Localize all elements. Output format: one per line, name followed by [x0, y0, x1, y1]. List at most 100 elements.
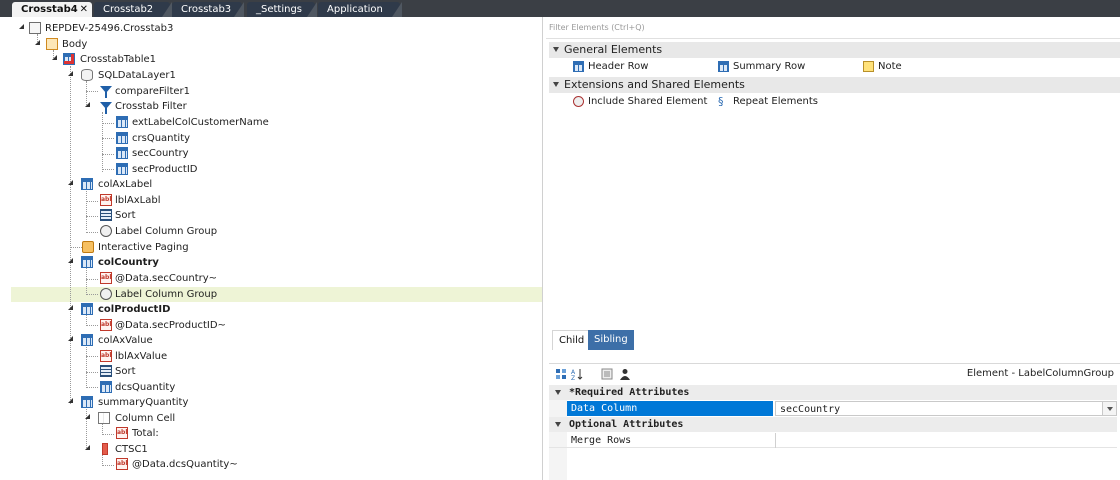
tab-application[interactable]: Application — [318, 2, 402, 17]
tree-node-colcountry[interactable]: colCountry — [98, 255, 159, 270]
repeat-icon: § — [718, 95, 724, 108]
svg-text:Z: Z — [571, 375, 575, 380]
tree-node-comparefilter1[interactable]: compareFilter1 — [115, 84, 190, 99]
properties-page-icon[interactable] — [601, 368, 613, 380]
tab-crosstab4[interactable]: Crosstab4 ✕ — [12, 2, 92, 17]
collapse-toggle-icon[interactable] — [67, 397, 75, 405]
collapse-toggle-icon[interactable] — [67, 304, 75, 312]
tab-child[interactable]: Child — [552, 330, 592, 350]
collapse-toggle-icon[interactable] — [84, 413, 92, 421]
tree-node-seccountry[interactable]: secCountry — [132, 146, 189, 161]
element-tree-panel: REPDEV-25496.Crosstab3 Body CrosstabTabl… — [0, 17, 543, 480]
column-cell-icon — [98, 412, 110, 424]
column-icon — [116, 163, 128, 175]
tree-node-interactive-paging[interactable]: Interactive Paging — [98, 240, 189, 255]
include-shared-element-item[interactable]: Include Shared Element — [573, 95, 707, 109]
data-column-value-field[interactable]: secCountry — [775, 401, 1117, 416]
crosstab-column-icon — [81, 256, 93, 268]
repeat-elements-item[interactable]: § Repeat Elements — [718, 95, 818, 109]
extensions-section[interactable]: Extensions and Shared Elements — [549, 77, 1120, 93]
tree-node-sort[interactable]: Sort — [115, 208, 136, 223]
category-label: *Required Attributes — [569, 387, 690, 398]
label-column-group-icon — [100, 225, 112, 237]
collapse-toggle-icon[interactable] — [67, 179, 75, 187]
crosstab-column-icon — [81, 178, 93, 190]
tree-node-root[interactable]: REPDEV-25496.Crosstab3 — [45, 21, 173, 36]
filter-icon — [100, 102, 112, 114]
tree-node-sort-2[interactable]: Sort — [115, 364, 136, 379]
close-tab-icon[interactable]: ✕ — [80, 2, 88, 17]
tree-node-crsquantity[interactable]: crsQuantity — [132, 131, 190, 146]
calculated-column-icon — [100, 381, 112, 393]
document-tab-strip: Crosstab4 ✕ Crosstab2 Crosstab3 _Setting… — [0, 0, 1120, 17]
filter-elements-input[interactable]: Filter Elements (Ctrl+Q) — [546, 17, 1120, 39]
tree-node-ctsc1[interactable]: CTSC1 — [115, 442, 148, 457]
collapse-toggle-icon[interactable] — [18, 23, 26, 31]
tree-node-dcsquantity[interactable]: dcsQuantity — [115, 380, 175, 395]
summary-row-item[interactable]: Summary Row — [718, 60, 805, 74]
collapse-toggle-icon[interactable] — [67, 257, 75, 265]
header-row-item[interactable]: Header Row — [573, 60, 648, 74]
tree-node-lblaxlabl[interactable]: lblAxLabl — [115, 193, 161, 208]
note-item[interactable]: Note — [863, 60, 902, 74]
tab-label: Crosstab4 — [21, 4, 78, 15]
summary-row-icon — [718, 61, 729, 72]
tree-node-column-cell[interactable]: Column Cell — [115, 411, 175, 426]
collapse-toggle-icon[interactable] — [34, 39, 42, 47]
optional-attributes-category[interactable]: Optional Attributes — [549, 417, 1117, 432]
tree-node-label-column-group-selected[interactable]: Label Column Group — [115, 287, 217, 302]
section-title: General Elements — [564, 43, 663, 56]
collapse-toggle-icon[interactable] — [84, 101, 92, 109]
agent-icon[interactable] — [619, 368, 631, 380]
tree-node-summaryquantity[interactable]: summaryQuantity — [98, 395, 188, 410]
calculated-column-icon — [116, 132, 128, 144]
crosstab-column-icon — [81, 303, 93, 315]
general-elements-section[interactable]: General Elements — [549, 42, 1120, 58]
required-attributes-category[interactable]: *Required Attributes — [549, 385, 1117, 400]
tree-node-body[interactable]: Body — [62, 37, 87, 52]
dropdown-arrow-icon[interactable] — [1102, 402, 1116, 415]
merge-rows-value-field[interactable] — [775, 433, 1117, 448]
section-title: Extensions and Shared Elements — [564, 78, 745, 91]
tab-label: Crosstab3 — [181, 4, 232, 15]
item-label: Note — [878, 61, 902, 72]
tab-crosstab3[interactable]: Crosstab3 — [172, 2, 244, 17]
chevron-down-icon — [555, 422, 561, 427]
tree-node-label-column-group[interactable]: Label Column Group — [115, 224, 217, 239]
attributes-toolbar: A Z Element - LabelColumnGroup — [549, 363, 1120, 383]
tree-node-crosstab-filter[interactable]: Crosstab Filter — [115, 99, 187, 114]
tree-node-data-secproductid[interactable]: @Data.secProductID~ — [115, 318, 226, 333]
chevron-down-icon — [553, 82, 559, 87]
tree-node-colaxvalue[interactable]: colAxValue — [98, 333, 153, 348]
attribute-row-merge-rows[interactable]: Merge Rows — [549, 433, 1117, 448]
column-icon — [116, 147, 128, 159]
tab-label: Application — [327, 4, 383, 15]
crosstab-table-icon — [63, 53, 75, 65]
tree-node-extlabel[interactable]: extLabelColCustomerName — [132, 115, 269, 130]
collapse-toggle-icon[interactable] — [67, 335, 75, 343]
sort-alphabetical-icon[interactable]: A Z — [571, 368, 583, 380]
tree-node-colaxlabel[interactable]: colAxLabel — [98, 177, 152, 192]
tree-node-data-dcsquantity[interactable]: @Data.dcsQuantity~ — [132, 457, 238, 472]
collapse-toggle-icon[interactable] — [51, 54, 59, 62]
tab-settings[interactable]: _Settings — [247, 2, 317, 17]
label-icon: abl — [100, 194, 112, 206]
tree-node-crosstabtable1[interactable]: CrosstabTable1 — [80, 52, 156, 67]
collapse-toggle-icon[interactable] — [84, 444, 92, 452]
tab-crosstab2[interactable]: Crosstab2 — [94, 2, 172, 17]
tree-node-sqldatalayer1[interactable]: SQLDataLayer1 — [98, 68, 176, 83]
tree-node-total[interactable]: Total: — [132, 426, 159, 441]
attribute-row-data-column[interactable]: Data Column secCountry — [549, 401, 1117, 416]
item-label: Include Shared Element — [588, 96, 708, 107]
item-label: Header Row — [588, 61, 649, 72]
chevron-down-icon — [555, 390, 561, 395]
label-icon: abl — [116, 427, 128, 439]
tree-node-data-seccountry[interactable]: @Data.secCountry~ — [115, 271, 217, 286]
tree-node-colproductid[interactable]: colProductID — [98, 302, 170, 317]
collapse-toggle-icon[interactable] — [67, 70, 75, 78]
categorized-view-icon[interactable] — [555, 368, 567, 380]
tree-node-secproductid[interactable]: secProductID — [132, 162, 197, 177]
tab-sibling[interactable]: Sibling — [588, 330, 634, 350]
category-label: Optional Attributes — [569, 419, 684, 430]
tree-node-lblaxvalue[interactable]: lblAxValue — [115, 349, 167, 364]
